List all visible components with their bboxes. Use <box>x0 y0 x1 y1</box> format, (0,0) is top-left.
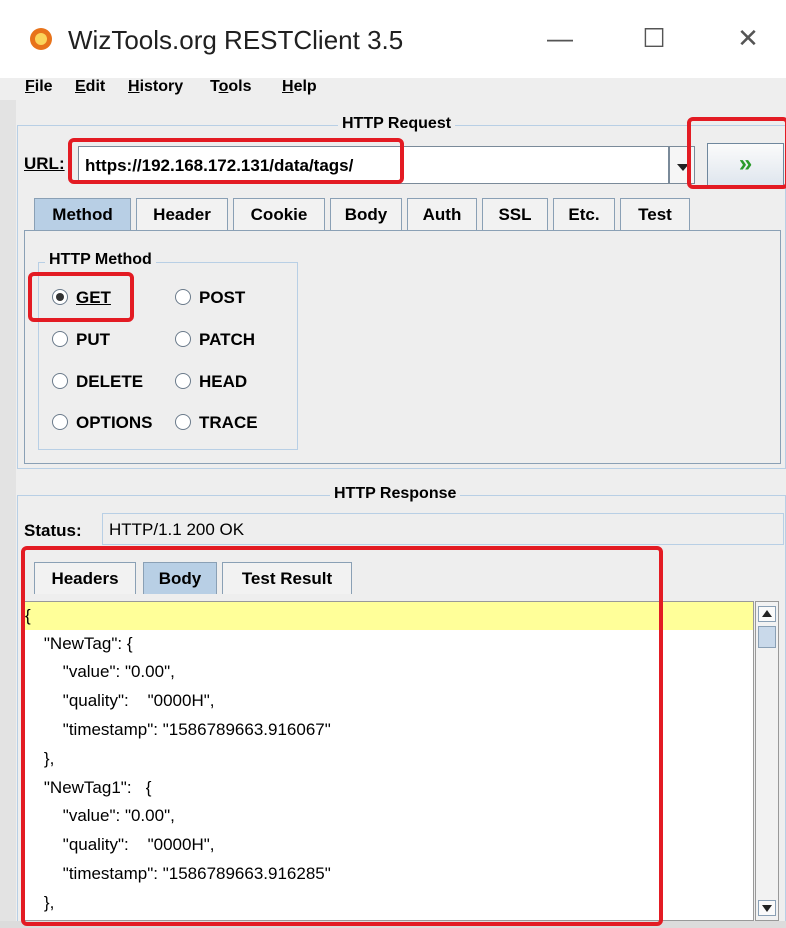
radio-put[interactable]: PUT <box>52 330 110 350</box>
maximize-button[interactable]: ☐ <box>632 16 676 60</box>
radio-post-indicator <box>175 289 191 305</box>
tab-ssl[interactable]: SSL <box>482 198 548 230</box>
radio-delete-indicator <box>52 373 68 389</box>
annotation-get-highlight <box>28 272 134 322</box>
app-icon <box>30 28 52 50</box>
background-window-strip <box>0 100 16 928</box>
response-section-title: HTTP Response <box>330 485 461 503</box>
menu-file[interactable]: File <box>25 78 53 96</box>
window-title: WizTools.org RESTClient 3.5 <box>68 25 404 55</box>
menu-tools[interactable]: Tools <box>210 78 252 96</box>
annotation-url-highlight <box>68 138 404 184</box>
menu-edit[interactable]: Edit <box>75 78 105 96</box>
radio-options-indicator <box>52 414 68 430</box>
radio-post[interactable]: POST <box>175 288 245 308</box>
close-button[interactable]: ✕ <box>726 16 770 60</box>
radio-patch-indicator <box>175 331 191 347</box>
radio-trace[interactable]: TRACE <box>175 413 258 433</box>
title-bar: WizTools.org RESTClient 3.5 — ☐ ✕ <box>0 0 786 78</box>
radio-delete[interactable]: DELETE <box>52 372 143 392</box>
radio-patch[interactable]: PATCH <box>175 330 255 350</box>
menu-history[interactable]: History <box>128 78 183 96</box>
radio-trace-indicator <box>175 414 191 430</box>
request-section-title: HTTP Request <box>338 115 456 133</box>
radio-put-indicator <box>52 331 68 347</box>
http-method-group-title: HTTP Method <box>45 251 156 269</box>
scrollbar-thumb[interactable] <box>758 626 776 648</box>
tab-method[interactable]: Method <box>34 198 131 230</box>
status-label: Status: <box>24 521 82 540</box>
minimize-button[interactable]: — <box>538 16 582 60</box>
radio-options[interactable]: OPTIONS <box>52 413 153 433</box>
vertical-scrollbar[interactable] <box>755 601 779 921</box>
tab-test[interactable]: Test <box>620 198 690 230</box>
annotation-response-highlight <box>21 546 663 926</box>
radio-head[interactable]: HEAD <box>175 372 247 392</box>
scroll-down-icon[interactable] <box>758 900 776 916</box>
tab-header[interactable]: Header <box>136 198 228 230</box>
scroll-up-icon[interactable] <box>758 606 776 622</box>
tab-auth[interactable]: Auth <box>407 198 477 230</box>
annotation-send-highlight <box>687 117 786 189</box>
status-value: HTTP/1.1 200 OK <box>102 513 784 545</box>
menu-bar: File Edit History Tools Help <box>0 78 786 100</box>
radio-head-indicator <box>175 373 191 389</box>
tab-body[interactable]: Body <box>330 198 402 230</box>
url-label: URL: <box>24 154 65 173</box>
menu-help[interactable]: Help <box>282 78 317 96</box>
tab-cookie[interactable]: Cookie <box>233 198 325 230</box>
tab-etc[interactable]: Etc. <box>553 198 615 230</box>
